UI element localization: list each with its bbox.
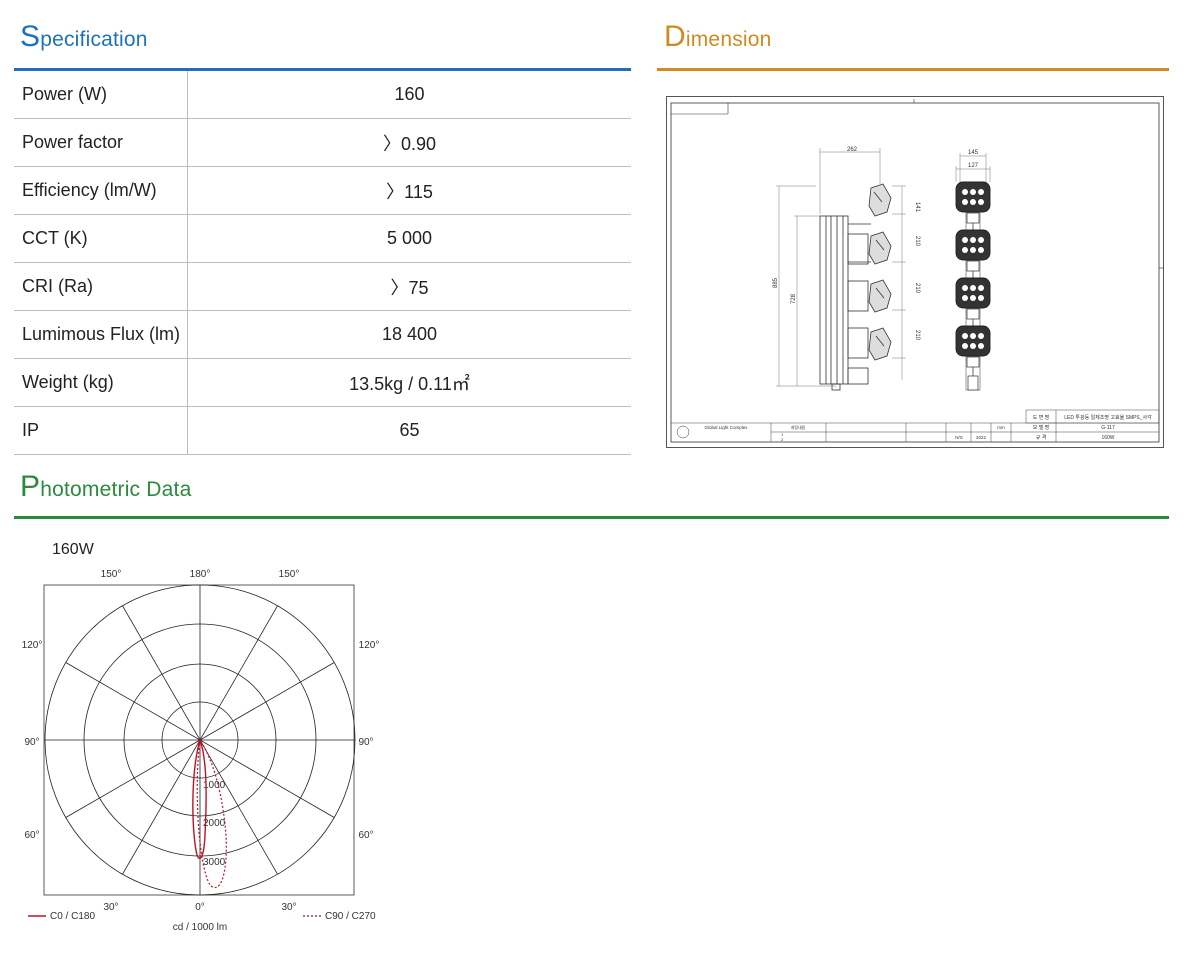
title-block-model: G-117 <box>1101 425 1115 431</box>
dim-side-inner: 127 <box>968 163 979 169</box>
angle-label-30-left: 30° <box>103 902 118 913</box>
specification-table: Power (W) 160 Power factor 〉0.90 Efficie… <box>14 71 631 455</box>
unit-label: cd / 1000 lm <box>173 922 227 933</box>
dim-gap-3: 210 <box>914 330 920 341</box>
title-block-drawing-label: 도 면 명 <box>1033 414 1050 421</box>
table-row: IP 65 <box>14 406 631 455</box>
title-block-rev-header: 개정내용 <box>791 424 806 430</box>
table-row: Weight (kg) 13.5kg / 0.11㎡ <box>14 358 631 407</box>
angle-label-30-right: 30° <box>281 902 296 913</box>
spec-value: 〉0.90 <box>187 118 631 167</box>
angle-label-60-left: 60° <box>24 830 39 841</box>
dim-total-height: 885 <box>773 277 779 288</box>
spec-value: 〉115 <box>187 166 631 215</box>
title-block-drawing-name: LED 투광등 일체조명 고효율 SMPS_사각 <box>1064 414 1152 421</box>
title-block-company: Global Light Complex <box>704 425 748 430</box>
table-row: CCT (K) 5 000 <box>14 214 631 263</box>
angle-label-90-left: 90° <box>24 737 39 748</box>
spec-value: 〉75 <box>187 262 631 311</box>
title-block-spec: 160W <box>1101 435 1114 441</box>
angle-label-90-right: 90° <box>358 737 373 748</box>
angle-label-120-left: 120° <box>22 640 43 651</box>
ring-label-2000: 2000 <box>203 818 226 829</box>
photometric-rule <box>14 516 1169 519</box>
table-row: Efficiency (lm/W) 〉115 <box>14 166 631 215</box>
angle-label-150-right: 150° <box>279 569 300 580</box>
dim-first-gap: 141 <box>914 202 920 213</box>
spec-label: IP <box>14 406 188 455</box>
ring-label-3000: 3000 <box>203 857 226 868</box>
spec-label: Weight (kg) <box>14 358 188 407</box>
table-row: Lumimous Flux (lm) 18 400 <box>14 310 631 359</box>
angle-label-0: 0° <box>195 902 205 913</box>
angle-label-120-right: 120° <box>359 640 380 651</box>
legend-c90-label: C90 / C270 <box>325 911 376 922</box>
table-row: Power (W) 160 <box>14 71 631 119</box>
spec-label: CRI (Ra) <box>14 262 188 311</box>
spec-value: 160 <box>187 71 631 119</box>
specification-title: Specification <box>20 20 148 53</box>
title-block-model-label: 모 델 명 <box>1033 424 1050 431</box>
spec-label: Power (W) <box>14 71 188 119</box>
spec-value: 65 <box>187 406 631 455</box>
dim-gap-1: 210 <box>914 236 920 247</box>
legend-c0-label: C0 / C180 <box>50 911 95 922</box>
dim-side-outer: 145 <box>968 150 979 156</box>
title-block-year: 2022 <box>976 435 987 440</box>
dim-pole-height: 728 <box>791 293 797 304</box>
drawing-frame <box>666 96 1164 448</box>
dimension-rule <box>657 68 1169 71</box>
angle-label-150-left: 150° <box>101 569 122 580</box>
angle-label-60-right: 60° <box>358 830 373 841</box>
dimension-drawing: 262 141 210 210 210 885 728 145 127 도 면 … <box>666 96 1164 448</box>
table-row: CRI (Ra) 〉75 <box>14 262 631 311</box>
spec-label: Power factor <box>14 118 188 167</box>
dimension-title: Dimension <box>664 20 772 53</box>
title-block-scale: N/S <box>955 435 963 440</box>
dim-top-width: 262 <box>847 147 858 153</box>
spec-value: 13.5kg / 0.11㎡ <box>187 358 631 407</box>
spec-label: Efficiency (lm/W) <box>14 166 188 215</box>
spec-value: 18 400 <box>187 310 631 359</box>
spec-label: CCT (K) <box>14 214 188 263</box>
spec-label: Lumimous Flux (lm) <box>14 310 188 359</box>
title-block-unit: mm <box>997 425 1005 430</box>
table-row: Power factor 〉0.90 <box>14 118 631 167</box>
title-block-spec-label: 규 격 <box>1036 434 1047 441</box>
power-label: 160W <box>52 541 95 558</box>
dim-gap-2: 210 <box>914 283 920 294</box>
polar-diagram: 160W 150° 180° 150° 120° 120° 90° 90° 60… <box>22 541 380 933</box>
angle-label-180: 180° <box>190 569 211 580</box>
photometric-title: Photometric Data <box>20 470 192 503</box>
spec-value: 5 000 <box>187 214 631 263</box>
